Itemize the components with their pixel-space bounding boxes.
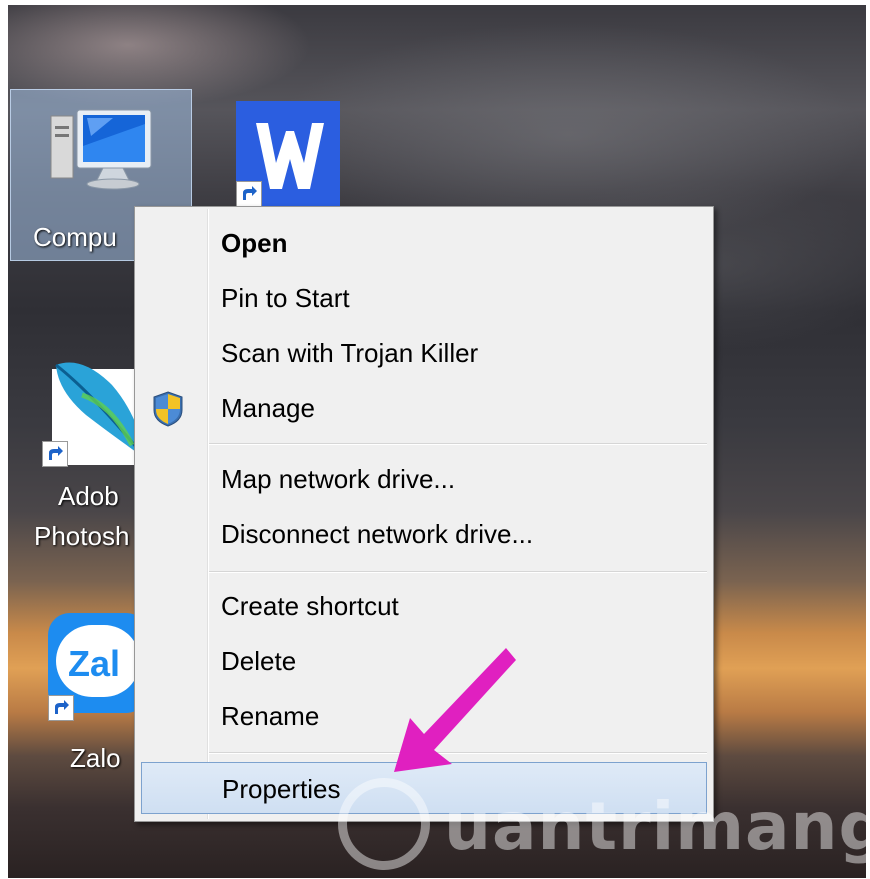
computer-monitor-icon [50,109,152,190]
menu-item-pin-to-start[interactable]: Pin to Start [139,272,709,324]
menu-item-label: Pin to Start [221,283,350,313]
menu-separator [209,571,707,573]
shortcut-arrow-icon [42,441,68,467]
annotation-arrow-icon [394,648,516,772]
menu-item-label: Delete [221,646,297,676]
menu-item-scan-trojan-killer[interactable]: Scan with Trojan Killer [139,327,709,379]
menu-separator [209,443,707,445]
menu-item-label: Rename [221,701,320,731]
menu-item-manage[interactable]: Manage [139,382,709,434]
shortcut-arrow-icon [48,695,74,721]
menu-item-label: Scan with Trojan Killer [221,338,479,368]
menu-item-label: Manage [221,393,315,423]
computer-icon-label: Compu [33,222,117,252]
menu-item-label: Properties [222,774,341,804]
menu-item-open[interactable]: Open [139,217,709,269]
menu-item-label: Map network drive... [221,464,456,494]
menu-item-label: Create shortcut [221,591,399,621]
menu-item-map-network-drive[interactable]: Map network drive... [139,453,709,505]
photoshop-label-line2: Photosh [34,521,130,551]
menu-item-label: Open [221,228,288,258]
menu-item-label: Disconnect network drive... [221,519,534,549]
word-shortcut-icon[interactable] [236,101,340,211]
zalo-icon-label: Zalo [70,743,121,773]
menu-item-disconnect-network-drive[interactable]: Disconnect network drive... [139,508,709,560]
shortcut-arrow-icon [236,181,262,207]
menu-item-create-shortcut[interactable]: Create shortcut [139,580,709,632]
photoshop-label-line1: Adob [58,481,119,511]
zalo-icon-text: Zal [68,643,121,684]
uac-shield-icon [153,391,183,427]
